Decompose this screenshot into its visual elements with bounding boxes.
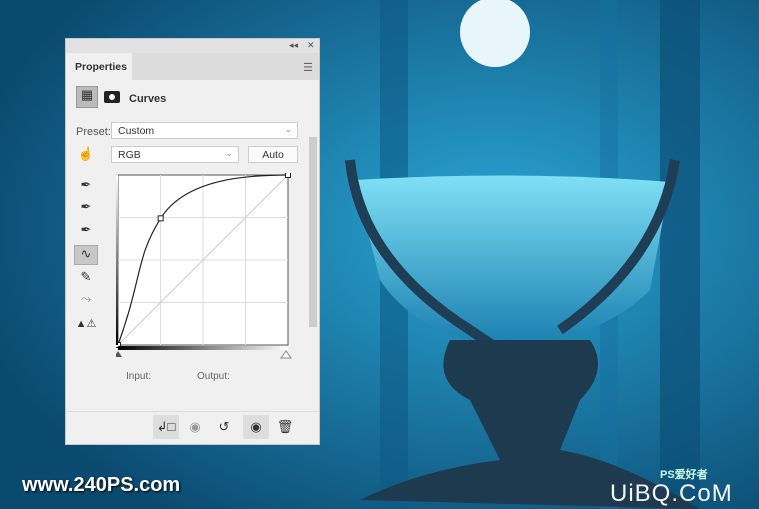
chevron-down-icon: ⌄ — [225, 148, 233, 158]
curves-adjustment-icon[interactable]: ▦ — [76, 86, 98, 108]
view-previous-state-icon[interactable]: ◉ — [182, 415, 208, 439]
output-label: Output: — [197, 371, 230, 382]
reset-icon[interactable]: ↺ — [211, 415, 237, 439]
curves-graph[interactable] — [116, 173, 292, 363]
channel-select[interactable]: RGB ⌄ — [111, 146, 239, 163]
input-gradient-bar — [118, 346, 288, 350]
white-point-eyedropper-icon[interactable]: ✒ — [74, 222, 98, 242]
delete-trash-icon[interactable]: 🗑 — [272, 415, 298, 439]
preset-value: Custom — [118, 125, 155, 137]
panel-menu-icon[interactable]: ☰ — [303, 61, 313, 74]
preset-select[interactable]: Custom ⌄ — [111, 122, 298, 139]
input-label: Input: — [126, 371, 152, 382]
on-image-adjust-icon[interactable]: ☝ — [74, 146, 98, 166]
channel-value: RGB — [118, 149, 141, 161]
preset-label: Preset: — [76, 126, 111, 138]
layer-mask-icon[interactable] — [104, 91, 120, 103]
output-gradient-bar — [116, 175, 118, 345]
curve-control-point[interactable] — [285, 173, 291, 178]
auto-button[interactable]: Auto — [248, 146, 298, 163]
curve-control-point[interactable] — [157, 215, 164, 222]
properties-panel: ◂◂ ✕ Properties ☰ ▦ Curves Preset: Custo… — [65, 38, 320, 445]
panel-titlebar: ◂◂ ✕ — [66, 39, 319, 53]
black-point-eyedropper-icon[interactable]: ✒ — [74, 177, 98, 197]
gray-point-eyedropper-icon[interactable]: ✒ — [74, 199, 98, 219]
clip-to-layer-icon[interactable]: ↲□ — [153, 415, 179, 439]
tab-properties[interactable]: Properties — [66, 53, 132, 80]
close-icon[interactable]: ✕ — [307, 40, 315, 51]
white-point-slider[interactable] — [280, 350, 292, 359]
smooth-icon[interactable]: ⤳ — [74, 291, 98, 311]
curve-points-icon[interactable]: ∿ — [74, 245, 98, 265]
watermark-right: UiBQ.CoM — [610, 480, 733, 507]
black-point-slider[interactable] — [116, 351, 122, 357]
scrollbar-thumb[interactable] — [309, 137, 317, 327]
moon — [460, 0, 530, 67]
watermark-left: www.240PS.com — [22, 474, 181, 496]
visibility-eye-icon[interactable]: ◉ — [243, 415, 269, 439]
pencil-icon[interactable]: ✎ — [74, 269, 98, 289]
clipping-warning-icon[interactable]: ▲⚠ — [74, 317, 98, 337]
double-chevron-left-icon[interactable]: ◂◂ — [289, 40, 298, 51]
adjustment-title: Curves — [129, 93, 167, 105]
chevron-down-icon: ⌄ — [284, 124, 292, 134]
